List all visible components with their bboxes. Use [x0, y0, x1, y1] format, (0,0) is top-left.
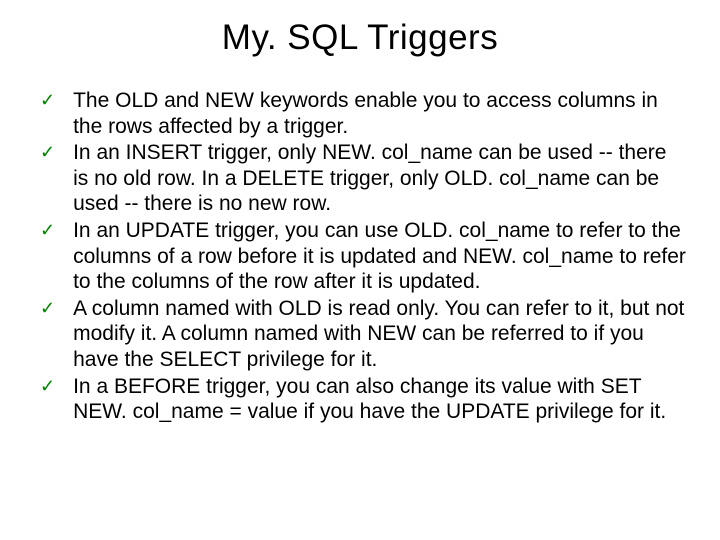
page-title: My. SQL Triggers: [34, 18, 686, 58]
list-item: ✓ In a BEFORE trigger, you can also chan…: [40, 374, 686, 425]
checkmark-icon: ✓: [40, 88, 55, 112]
list-item: ✓ In an INSERT trigger, only NEW. col_na…: [40, 140, 686, 217]
list-item: ✓ A column named with OLD is read only. …: [40, 296, 686, 373]
bullet-text: A column named with OLD is read only. Yo…: [73, 296, 686, 373]
bullet-text: In an UPDATE trigger, you can use OLD. c…: [73, 218, 686, 295]
checkmark-icon: ✓: [40, 140, 55, 164]
list-item: ✓ The OLD and NEW keywords enable you to…: [40, 88, 686, 139]
bullet-list: ✓ The OLD and NEW keywords enable you to…: [34, 88, 686, 425]
checkmark-icon: ✓: [40, 296, 55, 320]
bullet-text: In a BEFORE trigger, you can also change…: [73, 374, 686, 425]
checkmark-icon: ✓: [40, 218, 55, 242]
bullet-text: In an INSERT trigger, only NEW. col_name…: [73, 140, 686, 217]
list-item: ✓ In an UPDATE trigger, you can use OLD.…: [40, 218, 686, 295]
checkmark-icon: ✓: [40, 374, 55, 398]
bullet-text: The OLD and NEW keywords enable you to a…: [73, 88, 686, 139]
